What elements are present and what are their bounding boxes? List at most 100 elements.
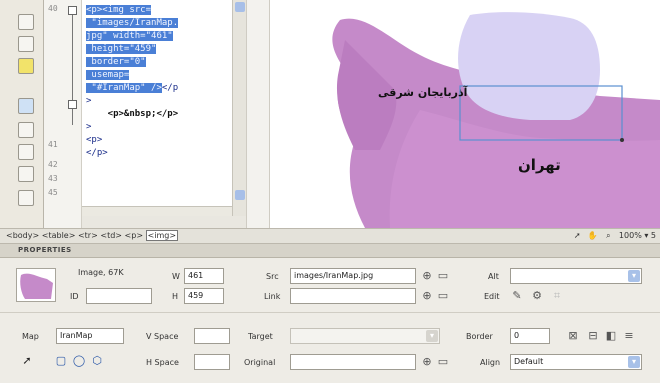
split-view-icon[interactable] (18, 36, 34, 52)
browse-folder-icon[interactable]: ▭ (436, 355, 450, 369)
properties-title: PROPERTIES (18, 246, 72, 254)
scroll-up-icon[interactable] (235, 2, 245, 12)
id-field[interactable] (86, 288, 152, 304)
original-label: Original (244, 358, 276, 367)
map-name-field[interactable]: IranMap (56, 328, 124, 344)
image-kind-label: Image, 67K (78, 268, 124, 277)
code-line[interactable]: border="0" (86, 56, 232, 69)
border-label: Border (466, 332, 493, 341)
tag-table[interactable]: <table> (42, 231, 76, 240)
point-to-file-icon[interactable]: ⊕ (420, 289, 434, 303)
code-line[interactable]: </p> (86, 147, 232, 160)
line-number: 45 (48, 188, 58, 197)
tag-td[interactable]: <td> (100, 231, 122, 240)
code-line[interactable]: height="459" (86, 43, 232, 56)
align-left-icon[interactable]: ⊠ (566, 329, 580, 343)
width-label: W (172, 272, 180, 281)
line-number: 41 (48, 140, 58, 149)
panel-divider (0, 312, 660, 313)
code-text: > (86, 96, 92, 106)
code-text: usemap= (86, 70, 130, 80)
chevron-down-icon[interactable]: ▾ (628, 356, 640, 368)
link-field[interactable] (290, 288, 416, 304)
code-horizontal-scrollbar[interactable] (82, 206, 232, 216)
align-center-icon[interactable]: ⊟ (586, 329, 600, 343)
align-justify-icon[interactable]: ≡ (622, 329, 636, 343)
original-field[interactable] (290, 354, 416, 370)
code-line[interactable]: > (86, 121, 232, 134)
align-label: Align (480, 358, 501, 367)
circle-hotspot-icon[interactable]: ◯ (72, 354, 86, 368)
line-number: 42 (48, 160, 58, 169)
hand-tool-icon[interactable]: ✋ (588, 231, 598, 240)
border-field[interactable]: 0 (510, 328, 550, 344)
format-source-icon[interactable] (18, 166, 34, 182)
tag-p[interactable]: <p> (125, 231, 143, 240)
code-text: jpg" width="461" (86, 31, 173, 41)
width-field[interactable]: 461 (184, 268, 224, 284)
fold-toggle-icon[interactable] (68, 6, 77, 15)
code-line[interactable]: "#IranMap" /></p (86, 82, 232, 95)
design-view-icon[interactable] (18, 58, 34, 74)
align-select[interactable]: Default ▾ (510, 354, 642, 370)
polygon-hotspot-icon[interactable]: ⬡ (90, 354, 104, 368)
tag-tr[interactable]: <tr> (78, 231, 98, 240)
pointer-hotspot-icon[interactable]: ➚ (20, 354, 34, 368)
height-field[interactable]: 459 (184, 288, 224, 304)
view-splitter[interactable] (246, 0, 270, 228)
code-line[interactable]: jpg" width="461" (86, 30, 232, 43)
point-to-file-icon[interactable]: ⊕ (420, 355, 434, 369)
edit-pencil-icon[interactable]: ✎ (510, 289, 524, 303)
point-to-file-icon[interactable]: ⊕ (420, 269, 434, 283)
code-text: <p>&nbsp;</p> (86, 109, 179, 119)
status-extra: 5 (650, 231, 656, 240)
code-line[interactable]: <p> (86, 134, 232, 147)
hspace-field[interactable] (194, 354, 230, 370)
pointer-tool-icon[interactable]: ➚ (572, 231, 582, 240)
chevron-down-icon[interactable]: ▾ (426, 330, 438, 342)
map-label-azerbaijan: آذربایجان شرقی (378, 86, 468, 99)
wrap-tag-icon[interactable] (18, 122, 34, 138)
code-line[interactable]: <p><img src= (86, 4, 232, 17)
zoom-level[interactable]: 100% (619, 231, 642, 240)
browse-folder-icon[interactable]: ▭ (436, 269, 450, 283)
id-label: ID (70, 292, 79, 301)
hspace-label: H Space (146, 358, 179, 367)
iran-map-image[interactable] (270, 0, 660, 228)
chevron-down-icon[interactable]: ▾ (628, 270, 640, 282)
image-thumbnail (16, 268, 56, 302)
alt-label: Alt (488, 272, 499, 281)
tag-selector[interactable]: <body> <table> <tr> <td> <p> <img> (6, 230, 179, 241)
alt-field[interactable]: ▾ (510, 268, 642, 284)
code-text: <p><img src= (86, 5, 152, 15)
height-label: H (172, 292, 179, 301)
rect-hotspot-icon[interactable]: ▢ (54, 354, 68, 368)
line-number-gutter: 40 41 42 43 45 (44, 0, 82, 228)
tag-img-current[interactable]: <img> (145, 230, 179, 241)
align-right-icon[interactable]: ◧ (604, 329, 618, 343)
properties-panel-header[interactable]: PROPERTIES (0, 244, 660, 258)
code-line[interactable]: "images/IranMap. (86, 17, 232, 30)
indent-icon[interactable] (18, 190, 34, 206)
code-view-icon[interactable] (18, 14, 34, 30)
collapse-tag-icon[interactable] (18, 98, 34, 114)
document-toolbar (0, 0, 44, 228)
code-editor[interactable]: <p><img src= "images/IranMap. jpg" width=… (82, 0, 232, 216)
src-field[interactable]: images/IranMap.jpg (290, 268, 416, 284)
scroll-down-icon[interactable] (235, 190, 245, 200)
tag-body[interactable]: <body> (6, 231, 39, 240)
code-line[interactable]: > (86, 95, 232, 108)
crop-icon[interactable]: ⌗ (550, 289, 564, 303)
design-view[interactable]: آذربایجان شرقی تهران (270, 0, 660, 228)
code-line[interactable]: usemap= (86, 69, 232, 82)
comment-icon[interactable] (18, 144, 34, 160)
target-label: Target (248, 332, 273, 341)
fold-toggle-icon[interactable] (68, 100, 77, 109)
code-vertical-scrollbar[interactable] (232, 0, 246, 216)
vspace-field[interactable] (194, 328, 230, 344)
code-line[interactable]: <p>&nbsp;</p> (86, 108, 232, 121)
target-field[interactable]: ▾ (290, 328, 440, 344)
optimize-icon[interactable]: ⚙ (530, 289, 544, 303)
browse-folder-icon[interactable]: ▭ (436, 289, 450, 303)
zoom-tool-icon[interactable]: ⌕ (603, 231, 613, 241)
